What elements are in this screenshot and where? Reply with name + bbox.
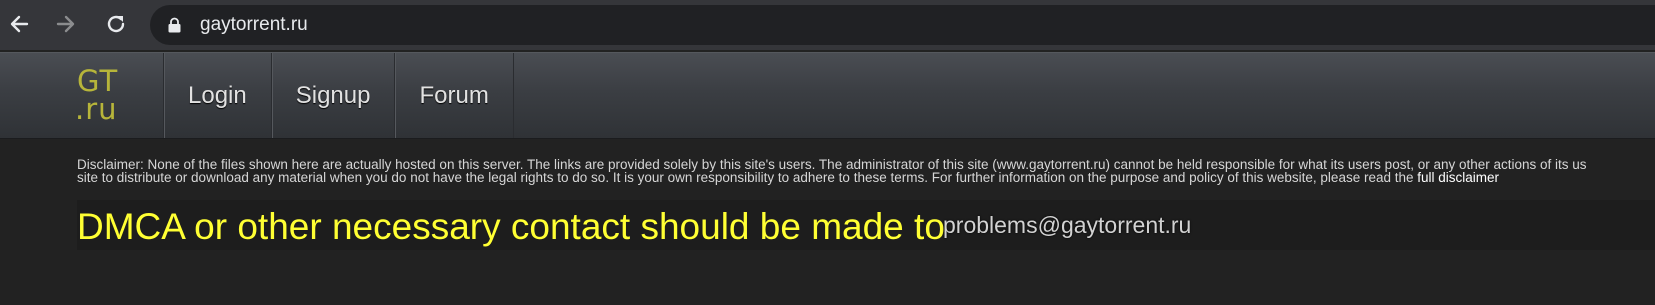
address-bar[interactable]: gaytorrent.ru xyxy=(150,5,1655,45)
reload-button[interactable] xyxy=(100,8,132,40)
dmca-email[interactable]: problems@gaytorrent.ru xyxy=(943,212,1191,239)
site-header: GT .ru Login Signup Forum xyxy=(0,52,1655,139)
dmca-notice: DMCA or other necessary contact should b… xyxy=(77,200,1655,250)
reload-icon xyxy=(107,15,125,33)
disclaimer-line-2: site to distribute or download any mater… xyxy=(77,170,1655,185)
arrow-left-icon xyxy=(10,15,29,33)
url-text: gaytorrent.ru xyxy=(200,14,308,35)
back-button[interactable] xyxy=(3,8,35,40)
arrow-right-icon xyxy=(56,15,75,33)
full-disclaimer-link[interactable]: full disclaimer xyxy=(1417,170,1499,185)
nav-signup[interactable]: Signup xyxy=(270,53,395,138)
nav-login[interactable]: Login xyxy=(163,53,271,138)
forward-button[interactable] xyxy=(50,8,82,40)
logo-line-2: .ru xyxy=(75,92,118,126)
lock-icon xyxy=(168,17,181,33)
logo-line-1: GT xyxy=(77,64,119,98)
disclaimer-line-2-text: site to distribute or download any mater… xyxy=(77,170,1418,185)
browser-toolbar: gaytorrent.ru xyxy=(0,0,1655,50)
nav-forum[interactable]: Forum xyxy=(394,53,514,138)
disclaimer-text: Disclaimer: None of the files shown here… xyxy=(77,158,1655,185)
page-content: Disclaimer: None of the files shown here… xyxy=(0,139,1655,305)
site-logo[interactable]: GT .ru xyxy=(75,67,155,127)
dmca-heading: DMCA or other necessary contact should b… xyxy=(77,206,945,247)
main-nav: Login Signup Forum xyxy=(163,53,514,138)
